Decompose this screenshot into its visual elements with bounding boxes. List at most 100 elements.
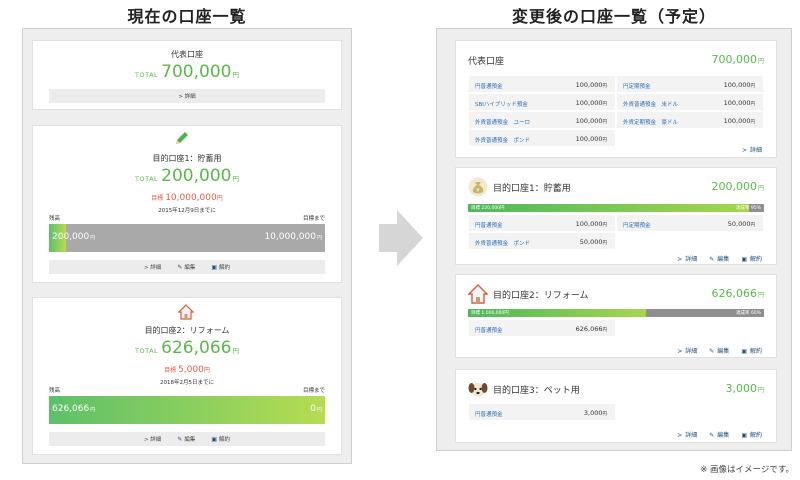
- svg-text:¥: ¥: [476, 188, 479, 194]
- cell-name[interactable]: 外貨普通預金 ユーロ: [475, 118, 530, 126]
- cell-name[interactable]: 外貨普通預金 ポンド: [475, 136, 530, 144]
- balance-value: 626,066円: [52, 404, 96, 414]
- balance-label: 残高: [49, 216, 61, 222]
- cell-value: 100,000円: [575, 81, 607, 89]
- goal2-breakdown: 円普通預金 626,066円: [468, 319, 764, 337]
- rep-amount: 700,000円: [711, 53, 764, 66]
- detail-link[interactable]: > 詳細: [677, 430, 697, 439]
- cell-value: 100,000円: [575, 135, 607, 143]
- edit-icon: ✎: [709, 432, 715, 439]
- breakdown-cell: 外貨普通預金 ポンド 100,000円: [468, 129, 616, 147]
- goal2-actions: > 詳細 ✎ 編集 ▣ 解約: [677, 346, 762, 355]
- goal1-amount: 200,000円: [711, 180, 764, 193]
- cancel-button[interactable]: ▣ 解約: [211, 435, 230, 443]
- cell-name[interactable]: SBIハイブリッド預金: [475, 100, 528, 108]
- total-yen: 円: [232, 71, 239, 79]
- goal2-title: 目的口座2：リフォーム: [493, 291, 589, 301]
- goal1-account-card: 目的口座1：貯蓄用 TOTAL 200,000円 目標 10,000,000円 2…: [32, 125, 342, 283]
- rep-header: 代表口座 700,000円: [468, 52, 764, 68]
- detail-link[interactable]: > 詳細: [742, 145, 762, 154]
- edit-button[interactable]: ✎ 編集: [177, 263, 195, 271]
- goal1-breakdown: 円普通預金 100,000円 円定期預金 50,000円 外貨普通預金 ポンド 50,00…: [468, 214, 764, 250]
- goal1-date: 2015年12月9日までに: [158, 208, 216, 214]
- detail-link[interactable]: > 詳細: [677, 346, 697, 355]
- edit-button[interactable]: ✎ 編集: [177, 435, 195, 443]
- house-icon: [468, 284, 488, 304]
- goal3-breakdown: 円普通預金 3,000円: [468, 403, 764, 421]
- edit-button[interactable]: ✎ 編集: [709, 346, 729, 355]
- target-label: 目標: [151, 195, 164, 202]
- target-label: 目標: [164, 367, 177, 374]
- cell-name[interactable]: 円普通預金: [475, 221, 503, 229]
- cell-value: 100,000円: [575, 117, 607, 125]
- detail-link[interactable]: > 詳細: [144, 263, 161, 271]
- goal1-actions: > 詳細 ✎ 編集 ▣ 解約: [49, 260, 325, 274]
- remain-value: 0円: [310, 404, 322, 414]
- cancel-icon: ▣: [211, 264, 218, 271]
- goal1-title: 目的口座1：貯蓄用: [493, 184, 571, 194]
- money-bag-icon: ¥: [468, 177, 488, 197]
- edit-button[interactable]: ✎ 編集: [709, 254, 729, 263]
- edit-icon: ✎: [177, 436, 183, 443]
- cell-name[interactable]: 円定期預金: [623, 82, 651, 90]
- cell-name[interactable]: 円普通預金: [475, 82, 503, 90]
- goal2-date: 2018年2月5日までに: [160, 380, 214, 386]
- goal2-account-card: 目的口座2：リフォーム 626,066円 目標 1,000,000円 達成率 6…: [455, 274, 777, 358]
- breakdown-cell: 円普通預金 626,066円: [468, 319, 616, 337]
- rep-account-card: 代表口座 TOTAL 700,000円 > 詳細: [32, 40, 342, 110]
- total-label: TOTAL: [135, 71, 159, 79]
- cell-name[interactable]: 円普通預金: [475, 410, 503, 418]
- goal3-title: 目的口座3：ペット用: [493, 386, 580, 396]
- breakdown-cell: SBIハイブリッド預金 100,000円: [468, 93, 616, 111]
- cancel-button[interactable]: ▣ 解約: [211, 263, 230, 271]
- goal1-progress-bar: 目標 220,000円 達成率 95%: [468, 204, 764, 212]
- total-amount: 626,066: [161, 338, 232, 358]
- cancel-icon: ▣: [741, 348, 747, 355]
- balance-value: 200,000円: [52, 232, 96, 242]
- cell-name[interactable]: 外貨普通預金 ポンド: [475, 239, 530, 247]
- rep-account-total: TOTAL 700,000円: [33, 62, 341, 82]
- breakdown-cell: 外貨普通預金 ポンド 50,000円: [468, 232, 616, 250]
- cell-value: 3,000円: [583, 409, 607, 417]
- edit-icon: ✎: [709, 256, 715, 263]
- achievement-rate: 達成率 60%: [736, 311, 761, 316]
- cell-value: 50,000円: [727, 220, 755, 228]
- detail-link[interactable]: > 詳細: [178, 92, 195, 100]
- goal3-amount: 3,000円: [725, 382, 764, 395]
- arrow-right-icon: [379, 210, 423, 266]
- breakdown-cell: 外貨普通預金 ユーロ 100,000円: [468, 111, 616, 129]
- cancel-button[interactable]: ▣ 解約: [741, 254, 762, 263]
- rep-account-title: 代表口座: [171, 50, 203, 59]
- cell-name[interactable]: 円定期預金: [623, 221, 651, 229]
- cell-value: 100,000円: [723, 81, 755, 89]
- goal1-title: 目的口座1：貯蓄用: [152, 154, 222, 163]
- target-amount: 10,000,000: [165, 193, 217, 203]
- detail-link[interactable]: > 詳細: [677, 254, 697, 263]
- rep-account-card: 代表口座 700,000円 円普通預金 100,000円 円定期預金 100,000円…: [455, 40, 777, 158]
- cell-value: 626,066円: [575, 325, 607, 333]
- house-icon: [178, 304, 194, 320]
- goal3-header: 目的口座3：ペット用 3,000円: [468, 381, 764, 397]
- balance-label: 残高: [49, 388, 61, 394]
- after-accounts-panel: 代表口座 700,000円 円普通預金 100,000円 円定期預金 100,000円…: [436, 28, 792, 451]
- cancel-button[interactable]: ▣ 解約: [741, 430, 762, 439]
- goal1-header: ¥ 目的口座1：貯蓄用 200,000円: [468, 177, 764, 197]
- target-yen: 円: [216, 195, 223, 202]
- cell-name[interactable]: 円普通預金: [475, 326, 503, 334]
- target-label: 目標 220,000円: [471, 206, 505, 211]
- rep-actions: > 詳細: [742, 145, 762, 154]
- cell-name[interactable]: 外貨普通預金 米ドル: [623, 100, 678, 108]
- rep-detail-bar[interactable]: > 詳細: [49, 89, 325, 103]
- cell-value: 100,000円: [723, 117, 755, 125]
- breakdown-cell: 円普通預金 100,000円: [468, 75, 616, 93]
- breakdown-cell: 外貨定期預金 豪ドル 100,000円: [616, 111, 764, 129]
- edit-icon: ✎: [709, 348, 715, 355]
- goal1-total: TOTAL 200,000円: [33, 166, 341, 186]
- detail-link[interactable]: > 詳細: [144, 435, 161, 443]
- cancel-icon: ▣: [741, 256, 747, 263]
- edit-button[interactable]: ✎ 編集: [709, 430, 729, 439]
- goal2-account-card: 目的口座2：リフォーム TOTAL 626,066円 目標 5,000円 2018…: [32, 297, 342, 455]
- total-yen: 円: [232, 175, 239, 183]
- cell-name[interactable]: 外貨定期預金 豪ドル: [623, 118, 678, 126]
- cancel-button[interactable]: ▣ 解約: [741, 346, 762, 355]
